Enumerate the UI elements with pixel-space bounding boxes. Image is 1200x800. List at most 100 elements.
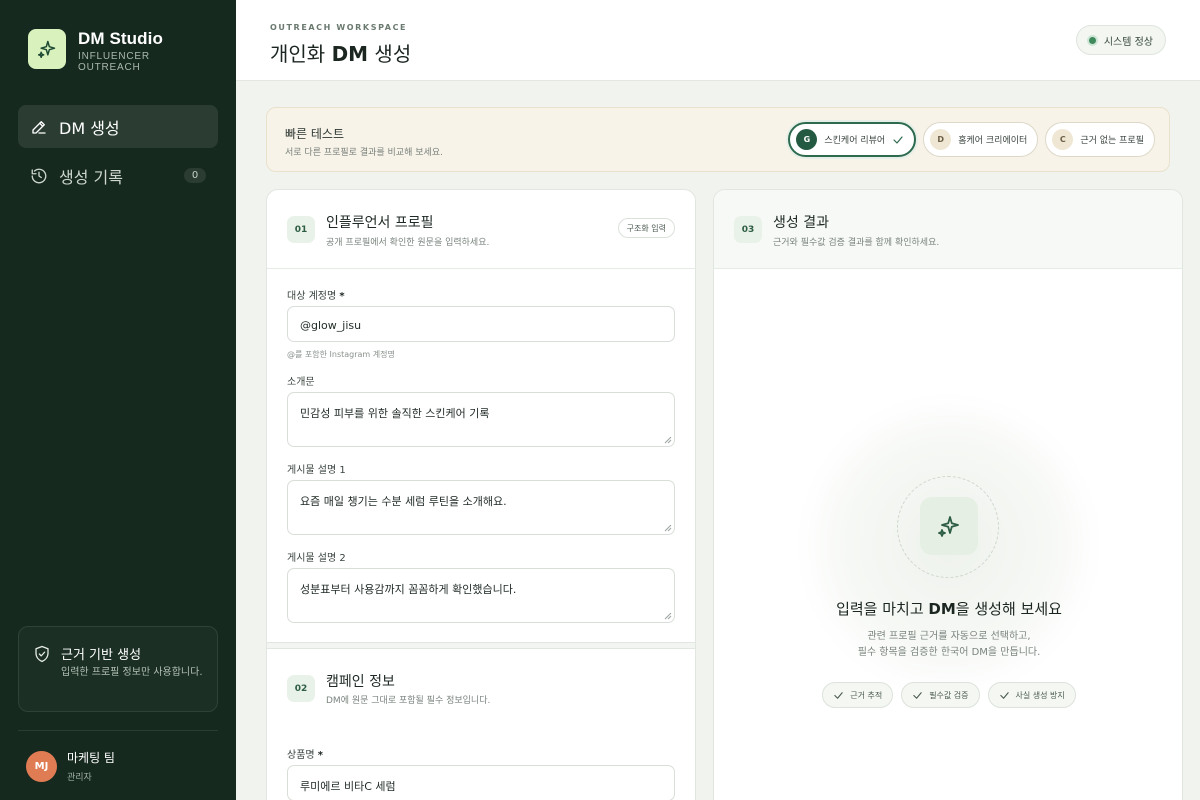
feature-badge-evidence: 근거 추적 (822, 682, 894, 708)
account-label: 대상 계정명 * (287, 287, 345, 302)
result-section-header: 03 생성 결과 근거와 필수값 검증 결과를 함께 확인하세요. (714, 190, 1182, 269)
product-name-input[interactable]: 루미에르 비타C 세럼 (287, 765, 675, 800)
preset-chip: G (796, 129, 818, 150)
empty-desc-line-2: 필수 항목을 검증한 한국어 DM을 만듭니다. (857, 647, 1041, 658)
post2-text: 성분표부터 사용감까지 꼼꼼하게 확인했습니다. (300, 583, 517, 596)
check-icon (893, 135, 903, 144)
feature-badge-no-fabrication: 사실 생성 방지 (987, 682, 1076, 708)
preset-skincare-reviewer[interactable]: G 스킨케어 리뷰어 (788, 122, 917, 157)
feature-badge-validation: 필수값 검증 (901, 682, 980, 708)
avatar: MJ (26, 750, 57, 782)
bio-textarea[interactable]: 민감성 피부를 위한 솔직한 스킨케어 기록 (287, 392, 675, 447)
structured-input-tag: 구조화 입력 (617, 218, 675, 238)
preset-label: 스킨케어 리뷰어 (824, 136, 886, 146)
required-mark: * (339, 291, 345, 302)
grounded-generation-card: 근거 기반 생성 입력한 프로필 정보만 사용합니다. (18, 626, 218, 712)
bio-label: 소개문 (287, 377, 315, 388)
empty-state-title: 입력을 마치고 DM을 생성해 보세요 (714, 598, 1182, 619)
preset-homecare-creator[interactable]: D 홈케어 크리에이터 (923, 122, 1039, 157)
empty-desc-line-1: 관련 프로필 근거를 자동으로 선택하고, (867, 631, 1031, 642)
user-profile[interactable]: MJ 마케팅 팀 관리자 (26, 749, 115, 783)
feature-label: 근거 추적 (850, 690, 883, 700)
account-hint: @를 포함한 Instagram 계정명 (287, 350, 395, 359)
user-name: 마케팅 팀 (67, 751, 115, 765)
bio-text: 민감성 피부를 위한 솔직한 스킨케어 기록 (300, 407, 490, 420)
section-title: 생성 결과 (773, 215, 829, 231)
quick-test-panel: 빠른 테스트 서로 다른 프로필로 결과를 비교해 보세요. G 스킨케어 리뷰… (266, 107, 1170, 172)
sparkle-icon (920, 497, 978, 555)
product-label: 상품명 * (287, 746, 323, 761)
page-title-bold: DM (331, 42, 369, 66)
post2-textarea[interactable]: 성분표부터 사용감까지 꼼꼼하게 확인했습니다. (287, 568, 675, 623)
profile-section-header: 01 인플루언서 프로필 공개 프로필에서 확인한 원문을 입력하세요. 구조화… (267, 190, 695, 269)
preset-label: 근거 없는 프로필 (1080, 136, 1144, 146)
check-icon (913, 691, 922, 699)
account-label-text: 대상 계정명 (287, 291, 337, 302)
info-desc: 입력한 프로필 정보만 사용합니다. (61, 667, 203, 678)
section-desc: 공개 프로필에서 확인한 원문을 입력하세요. (326, 238, 490, 248)
post2-label: 게시물 설명 2 (287, 549, 346, 564)
status-dot-icon (1088, 36, 1096, 44)
feature-label: 필수값 검증 (929, 690, 969, 700)
post1-textarea[interactable]: 요즘 매일 챙기는 수분 세럼 루틴을 소개해요. (287, 480, 675, 535)
feature-label: 사실 생성 방지 (1015, 690, 1065, 700)
history-icon (31, 168, 47, 183)
empty-state: 입력을 마치고 DM을 생성해 보세요 관련 프로필 근거를 자동으로 선택하고… (714, 270, 1182, 800)
empty-state-ring (897, 476, 999, 578)
page-title: 개인화 DM 생성 (270, 38, 411, 67)
info-title: 근거 기반 생성 (61, 648, 142, 663)
resize-handle-icon[interactable] (664, 524, 672, 532)
section-number: 01 (287, 216, 315, 243)
page-header: OUTREACH WORKSPACE 개인화 DM 생성 시스템 정상 (236, 0, 1200, 81)
section-number: 02 (287, 675, 315, 702)
quick-test-title: 빠른 테스트 (285, 127, 345, 141)
check-icon (834, 691, 843, 699)
result-card: 03 생성 결과 근거와 필수값 검증 결과를 함께 확인하세요. 입력을 마치… (713, 189, 1183, 800)
input-card: 01 인플루언서 프로필 공개 프로필에서 확인한 원문을 입력하세요. 구조화… (266, 189, 696, 800)
section-title: 인플루언서 프로필 (326, 215, 434, 231)
empty-title-pre: 입력을 마치고 (836, 600, 929, 618)
preset-unsupported-profile[interactable]: C 근거 없는 프로필 (1045, 122, 1155, 157)
section-number: 03 (734, 216, 762, 243)
post1-label: 게시물 설명 1 (287, 461, 346, 476)
post1-text: 요즘 매일 챙기는 수분 세럼 루틴을 소개해요. (300, 495, 507, 508)
campaign-section-header: 02 캠페인 정보 DM에 원문 그대로 포함될 필수 정보입니다. (267, 649, 695, 728)
shield-check-icon (35, 645, 49, 663)
sidebar-item-dm-create[interactable]: DM 생성 (18, 105, 218, 148)
sidebar-item-label: 생성 기록 (59, 167, 123, 187)
resize-handle-icon[interactable] (664, 436, 672, 444)
workspace-eyebrow: OUTREACH WORKSPACE (270, 23, 408, 32)
resize-handle-icon[interactable] (664, 612, 672, 620)
brand: DM Studio INFLUENCER OUTREACH (28, 29, 163, 73)
system-status-badge: 시스템 정상 (1075, 25, 1166, 55)
required-mark: * (317, 750, 324, 761)
pencil-icon (32, 120, 46, 134)
page-title-pre: 개인화 (270, 42, 332, 66)
section-divider (267, 642, 695, 649)
post2-label-text: 게시물 설명 2 (287, 553, 346, 564)
history-count-badge: 0 (184, 168, 206, 183)
brand-subtitle: INFLUENCER OUTREACH (78, 51, 150, 73)
quick-test-desc: 서로 다른 프로필로 결과를 비교해 보세요. (285, 148, 443, 158)
sidebar: DM Studio INFLUENCER OUTREACH DM 생성 생성 기… (0, 0, 236, 800)
page-title-post: 생성 (368, 42, 412, 66)
empty-title-post: 을 생성해 보세요 (955, 600, 1062, 618)
account-name-input[interactable]: @glow_jisu (287, 306, 675, 342)
check-icon (999, 691, 1009, 699)
brand-name: DM Studio (78, 29, 163, 48)
feature-list: 근거 추적 필수값 검증 사실 생성 방지 (714, 682, 1182, 708)
sidebar-nav: DM 생성 생성 기록 0 (18, 105, 218, 203)
section-title: 캠페인 정보 (326, 674, 395, 690)
divider (18, 730, 218, 731)
empty-state-desc: 관련 프로필 근거를 자동으로 선택하고, 필수 항목을 검증한 한국어 DM을… (714, 629, 1182, 661)
user-role: 관리자 (67, 773, 92, 783)
preset-label: 홈케어 크리에이터 (958, 136, 1028, 146)
empty-title-bold: DM (928, 600, 956, 618)
section-desc: DM에 원문 그대로 포함될 필수 정보입니다. (326, 696, 491, 706)
post1-label-text: 게시물 설명 1 (287, 465, 346, 476)
product-label-text: 상품명 (287, 750, 315, 761)
sidebar-item-history[interactable]: 생성 기록 0 (18, 154, 218, 197)
sidebar-item-label: DM 생성 (59, 118, 120, 138)
preset-chip: D (930, 129, 952, 150)
preset-list: G 스킨케어 리뷰어 D 홈케어 크리에이터 C 근거 없는 프로필 (781, 122, 1155, 157)
